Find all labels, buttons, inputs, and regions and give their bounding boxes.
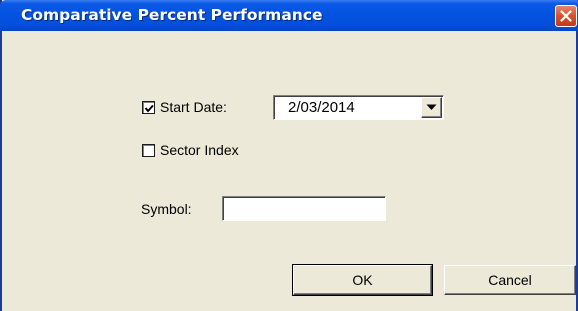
dialog-window: Comparative Percent Performance Start Da… — [0, 0, 578, 311]
sector-index-checkbox[interactable] — [142, 144, 155, 157]
chevron-down-icon — [426, 104, 437, 110]
start-date-dropdown[interactable]: 2/03/2014 — [273, 95, 444, 120]
sector-index-label: Sector Index — [160, 142, 239, 158]
symbol-label: Symbol: — [141, 201, 192, 217]
dropdown-arrow-button[interactable] — [421, 97, 442, 118]
ok-button[interactable]: OK — [292, 264, 433, 296]
start-date-label: Start Date: — [160, 99, 227, 115]
dialog-title: Comparative Percent Performance — [21, 6, 323, 24]
start-date-checkbox[interactable] — [142, 101, 155, 114]
cancel-button[interactable]: Cancel — [444, 265, 576, 295]
title-bar[interactable]: Comparative Percent Performance — [0, 0, 578, 31]
symbol-input[interactable] — [222, 196, 386, 221]
start-date-value: 2/03/2014 — [288, 99, 355, 116]
close-button[interactable] — [555, 5, 577, 27]
checkmark-icon — [144, 104, 154, 113]
